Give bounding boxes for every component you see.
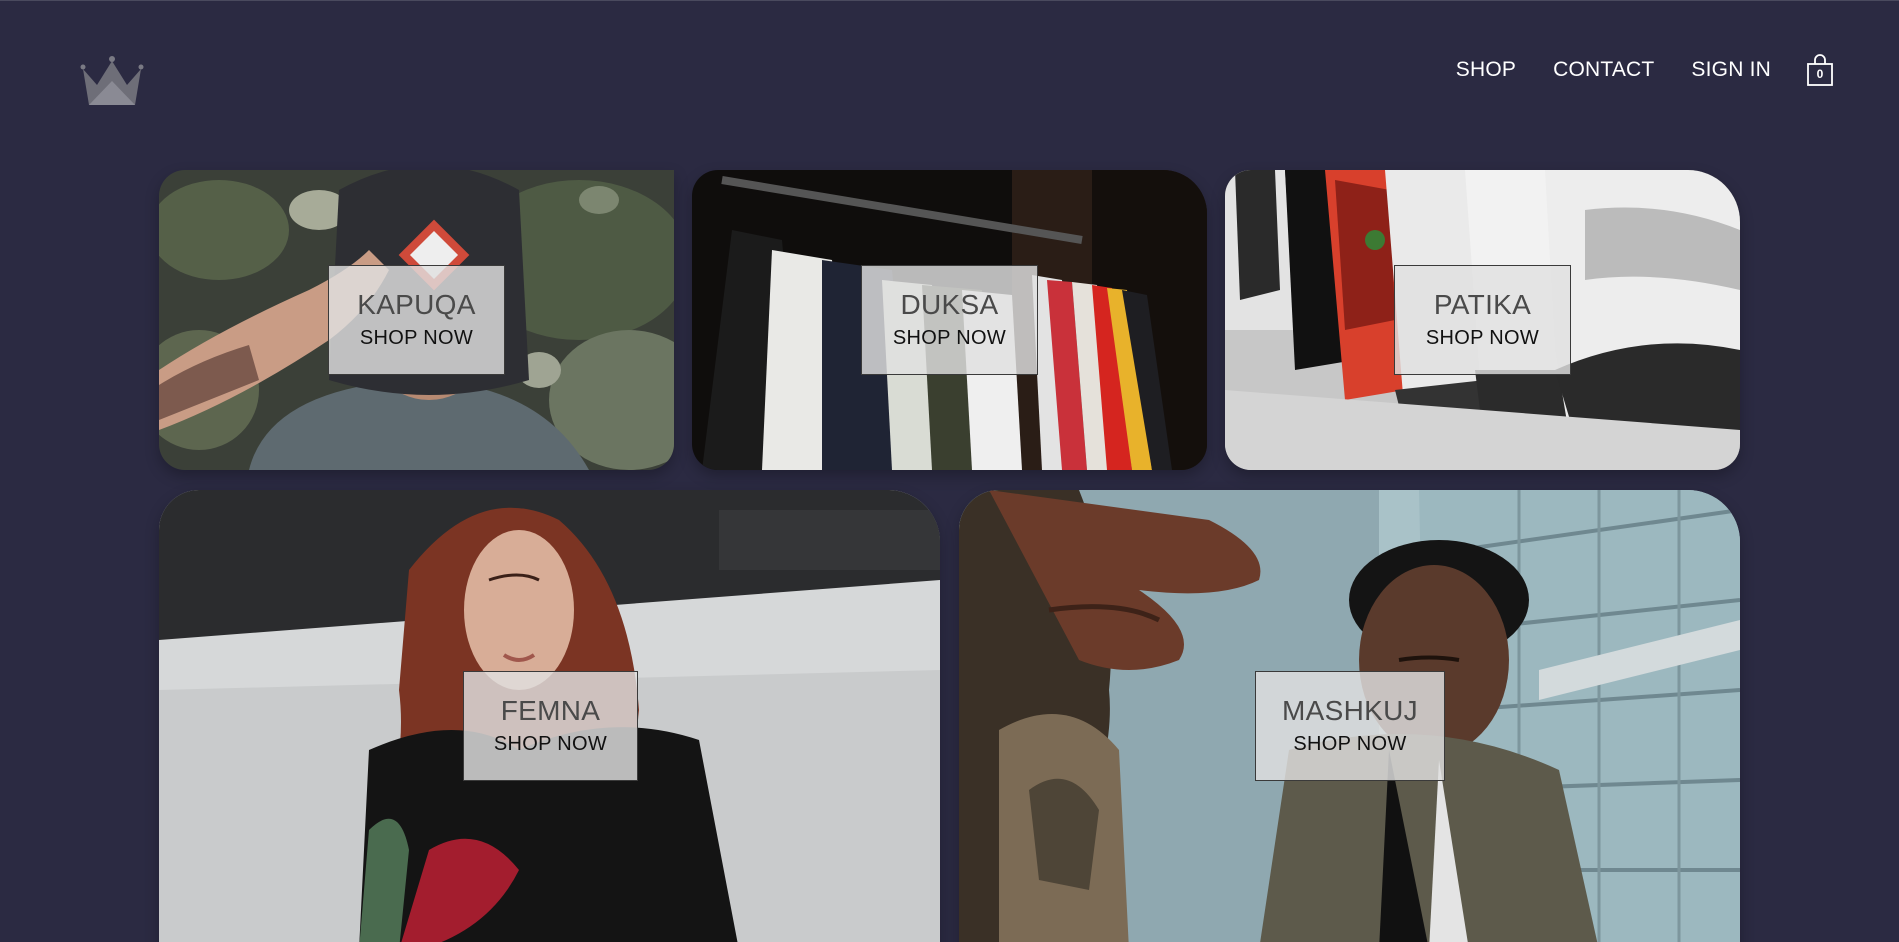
category-title: DUKSA [900,289,999,320]
category-label-box: DUKSA SHOP NOW [861,265,1038,375]
nav-shop-link[interactable]: SHOP [1456,52,1516,88]
category-card-duksa[interactable]: DUKSA SHOP NOW [692,170,1207,470]
nav-sign-in-link[interactable]: SIGN IN [1691,52,1771,88]
shop-now-label: SHOP NOW [892,327,1007,349]
shop-now-label: SHOP NOW [1425,327,1540,349]
shop-now-label: SHOP NOW [493,733,608,755]
category-label-box: PATIKA SHOP NOW [1394,265,1571,375]
cart-button[interactable]: 0 [1805,53,1835,87]
main-nav: SHOP CONTACT SIGN IN 0 [1419,52,1835,88]
category-title: KAPUQA [357,289,476,320]
category-label-box: FEMNA SHOP NOW [463,671,638,781]
cart-count: 0 [1816,67,1824,81]
category-label-box: MASHKUJ SHOP NOW [1255,671,1445,781]
category-card-mashkuj[interactable]: MASHKUJ SHOP NOW [959,490,1740,942]
header: SHOP CONTACT SIGN IN 0 [0,0,1899,140]
shop-now-label: SHOP NOW [359,327,474,349]
category-title: PATIKA [1433,289,1532,320]
category-card-kapuqa[interactable]: KAPUQA SHOP NOW [159,170,674,470]
logo-link[interactable] [79,55,145,107]
category-title: MASHKUJ [1282,695,1418,726]
category-card-femna[interactable]: FEMNA SHOP NOW [159,490,940,942]
nav-contact-link[interactable]: CONTACT [1553,52,1654,88]
category-card-patika[interactable]: PATIKA SHOP NOW [1225,170,1740,470]
shop-now-label: SHOP NOW [1293,733,1407,755]
category-title: FEMNA [500,695,601,726]
crown-icon [80,56,144,105]
category-label-box: KAPUQA SHOP NOW [328,265,505,375]
